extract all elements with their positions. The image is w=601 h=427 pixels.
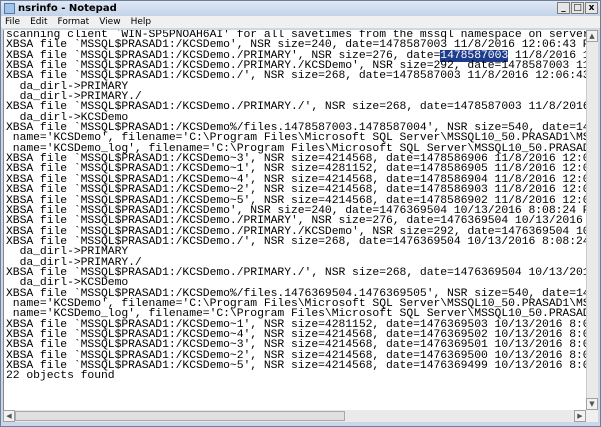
menu-format[interactable]: Format bbox=[58, 17, 90, 27]
text-line: da_dirl->PRIMARY bbox=[6, 246, 129, 259]
text-line: XBSA file `MSSQL$PRASAD1:/KCSDemo./PRIMA… bbox=[6, 215, 583, 228]
document-text[interactable]: scanning client `WIN-SP5PNOAH6AI' for al… bbox=[4, 30, 586, 382]
scroll-up-button[interactable]: ▲ bbox=[586, 30, 598, 42]
notepad-icon bbox=[4, 3, 15, 14]
title-bar[interactable]: nsrinfo - Notepad _ □ x bbox=[1, 1, 600, 16]
menu-bar: File Edit Format View Help bbox=[1, 16, 600, 29]
scroll-left-button[interactable]: ◀ bbox=[3, 410, 15, 422]
text-editor[interactable]: scanning client `WIN-SP5PNOAH6AI' for al… bbox=[3, 30, 586, 410]
window-title: nsrinfo - Notepad bbox=[18, 3, 117, 14]
horizontal-scrollbar[interactable]: ◀ ▶ bbox=[3, 410, 586, 422]
size-grip[interactable] bbox=[586, 410, 598, 422]
minimize-button[interactable]: _ bbox=[557, 2, 570, 14]
vertical-scrollbar[interactable]: ▲ ▼ bbox=[586, 30, 598, 410]
menu-edit[interactable]: Edit bbox=[30, 17, 47, 27]
menu-file[interactable]: File bbox=[5, 17, 20, 27]
close-button[interactable]: x bbox=[585, 2, 598, 14]
menu-help[interactable]: Help bbox=[131, 17, 152, 27]
text-line: XBSA file `MSSQL$PRASAD1:/KCSDemo~2', NS… bbox=[6, 184, 586, 197]
menu-view[interactable]: View bbox=[99, 17, 120, 27]
notepad-window: nsrinfo - Notepad _ □ x File Edit Format… bbox=[0, 0, 601, 427]
maximize-button[interactable]: □ bbox=[571, 2, 584, 14]
scroll-right-button[interactable]: ▶ bbox=[574, 410, 586, 422]
text-line: 22 objects found bbox=[6, 370, 115, 383]
horizontal-scroll-thumb[interactable] bbox=[15, 411, 345, 421]
scroll-down-button[interactable]: ▼ bbox=[586, 398, 598, 410]
